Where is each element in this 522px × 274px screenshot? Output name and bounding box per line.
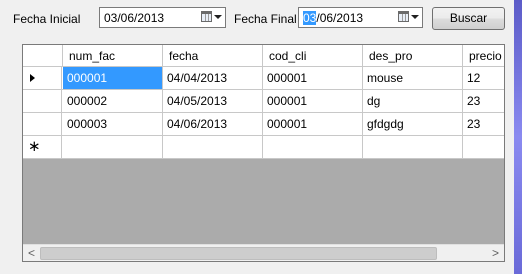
main-form: Fecha Inicial 03/06/2013 Fecha Final 03/… — [0, 0, 514, 274]
buscar-button[interactable]: Buscar — [432, 7, 505, 30]
grid-cell[interactable]: 04/04/2013 — [163, 67, 263, 89]
current-row-arrow-icon — [30, 74, 35, 82]
row-header[interactable] — [23, 67, 62, 89]
grid-cell[interactable] — [163, 136, 263, 158]
grid-cell[interactable]: 000001 — [263, 90, 363, 112]
fecha-final-datepicker[interactable]: 03/06/2013 — [298, 7, 423, 28]
grid-cell[interactable]: 12 — [463, 67, 504, 89]
horizontal-scrollbar[interactable]: < > — [23, 244, 504, 261]
grid-cell[interactable]: 000001 — [263, 67, 363, 89]
grid-cell[interactable]: 000001 — [263, 113, 363, 135]
table-row[interactable]: 000003 04/06/2013 000001 gfdgdg 23 — [23, 113, 504, 136]
row-header[interactable] — [23, 90, 62, 112]
scroll-right-arrow[interactable]: > — [487, 245, 504, 261]
row-header[interactable]: ∗ — [23, 136, 62, 158]
fecha-inicial-dropdown-button[interactable] — [201, 10, 223, 25]
table-row[interactable]: 000002 04/05/2013 000001 dg 23 — [23, 90, 504, 113]
grid-cell[interactable]: 23 — [463, 113, 504, 135]
chevron-down-icon — [411, 15, 419, 19]
row-header[interactable] — [23, 113, 62, 135]
new-row-asterisk-icon: ∗ — [28, 138, 41, 155]
grid-cell[interactable]: dg — [363, 90, 463, 112]
window-border — [514, 0, 522, 274]
fecha-final-day-selected: 03 — [303, 11, 317, 25]
scrollbar-thumb[interactable] — [40, 247, 437, 260]
fecha-inicial-label: Fecha Inicial — [13, 12, 81, 26]
grid-cell[interactable]: 23 — [463, 90, 504, 112]
column-header-cod-cli[interactable]: cod_cli — [263, 45, 363, 67]
fecha-final-rest: /06/2013 — [316, 11, 364, 25]
new-row[interactable]: ∗ — [23, 136, 504, 159]
grid-cell[interactable]: mouse — [363, 67, 463, 89]
fecha-final-label: Fecha Final — [234, 12, 297, 26]
grid-cell[interactable]: 000001 — [63, 67, 163, 89]
grid-cell[interactable]: gfdgdg — [363, 113, 463, 135]
grid-cell[interactable] — [363, 136, 463, 158]
calendar-icon — [398, 11, 409, 22]
grid-cell[interactable]: 000002 — [63, 90, 163, 112]
grid-header: num_fac fecha cod_cli des_pro precio — [23, 45, 504, 67]
grid-cell[interactable]: 04/06/2013 — [163, 113, 263, 135]
fecha-final-dropdown-button[interactable] — [398, 10, 420, 25]
column-header-des-pro[interactable]: des_pro — [363, 45, 463, 67]
grid-cell[interactable] — [63, 136, 163, 158]
column-header-num-fac[interactable]: num_fac — [63, 45, 163, 67]
grid-cell[interactable] — [463, 136, 504, 158]
grid-cell[interactable]: 000003 — [63, 113, 163, 135]
fecha-inicial-datepicker[interactable]: 03/06/2013 — [99, 7, 226, 28]
corner-header[interactable] — [23, 45, 63, 67]
scroll-left-arrow[interactable]: < — [23, 245, 40, 261]
fecha-final-value: 03/06/2013 — [303, 11, 363, 25]
calendar-icon — [201, 11, 212, 22]
table-row[interactable]: 000001 04/04/2013 000001 mouse 12 — [23, 67, 504, 90]
column-header-precio[interactable]: precio — [463, 45, 504, 67]
chevron-down-icon — [214, 15, 222, 19]
column-header-fecha[interactable]: fecha — [163, 45, 263, 67]
grid-cell[interactable]: 04/05/2013 — [163, 90, 263, 112]
fecha-inicial-value: 03/06/2013 — [104, 11, 165, 25]
grid-cell[interactable] — [263, 136, 363, 158]
data-grid[interactable]: num_fac fecha cod_cli des_pro precio 000… — [22, 44, 505, 262]
